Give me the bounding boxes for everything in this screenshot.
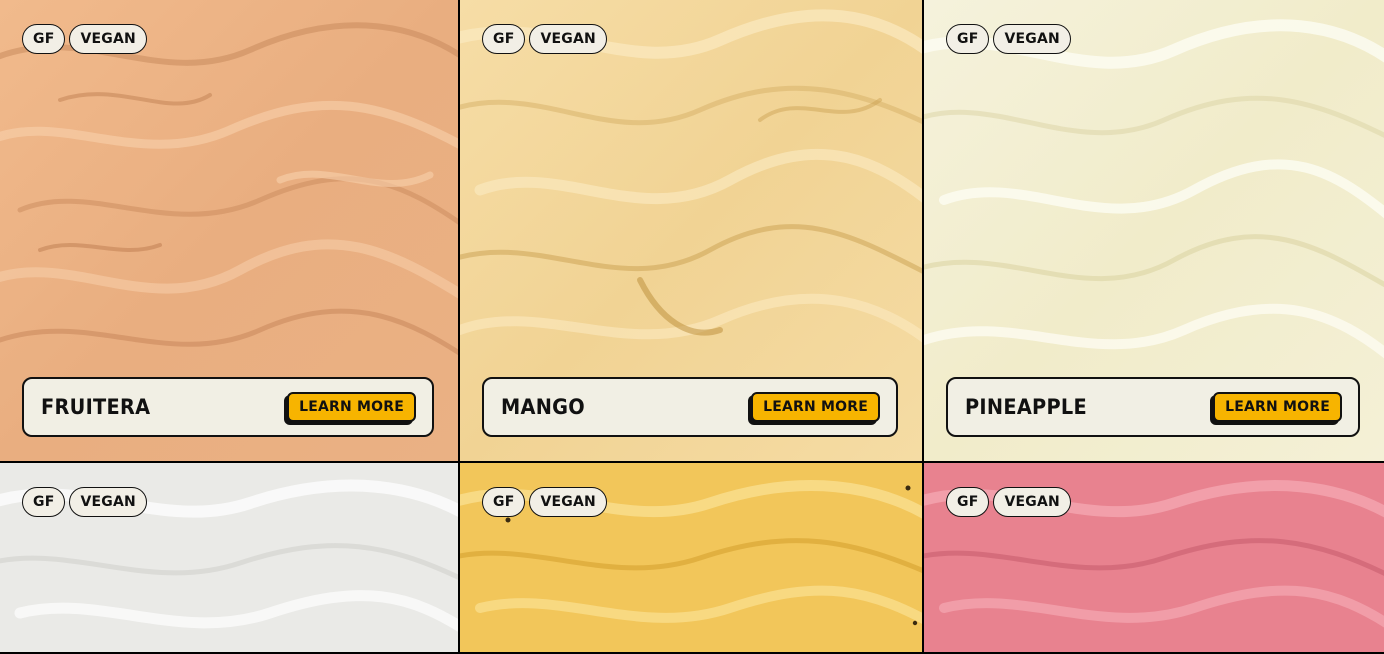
flavor-tile-pink[interactable]: GF VEGAN: [924, 463, 1384, 654]
flavor-name: FRUITERA: [41, 395, 151, 419]
flavor-card: FRUITERA LEARN MORE: [22, 377, 434, 437]
flavor-tile-mango[interactable]: GF VEGAN MANGO LEARN MORE: [460, 0, 924, 463]
vegan-badge: VEGAN: [529, 487, 607, 517]
flavor-name: PINEAPPLE: [965, 395, 1087, 419]
gf-badge: GF: [22, 24, 66, 54]
gf-badge: GF: [946, 487, 990, 517]
flavor-card: PINEAPPLE LEARN MORE: [946, 377, 1360, 437]
diet-badges: GF VEGAN: [946, 24, 1071, 54]
flavor-card: MANGO LEARN MORE: [482, 377, 898, 437]
gf-badge: GF: [482, 24, 526, 54]
flavor-grid: GF VEGAN FRUITERA LEARN MORE GF VEGAN MA…: [0, 0, 1384, 654]
diet-badges: GF VEGAN: [22, 487, 147, 517]
flavor-tile-yellow[interactable]: GF VEGAN: [460, 463, 924, 654]
gf-badge: GF: [482, 487, 526, 517]
diet-badges: GF VEGAN: [22, 24, 147, 54]
vegan-badge: VEGAN: [993, 24, 1071, 54]
learn-more-button[interactable]: LEARN MORE: [1213, 392, 1342, 422]
flavor-tile-fruitera[interactable]: GF VEGAN FRUITERA LEARN MORE: [0, 0, 460, 463]
diet-badges: GF VEGAN: [482, 24, 607, 54]
gf-badge: GF: [946, 24, 990, 54]
gf-badge: GF: [22, 487, 66, 517]
flavor-name: MANGO: [501, 395, 586, 419]
diet-badges: GF VEGAN: [482, 487, 607, 517]
flavor-tile-white[interactable]: GF VEGAN: [0, 463, 460, 654]
flavor-tile-pineapple[interactable]: GF VEGAN PINEAPPLE LEARN MORE: [924, 0, 1384, 463]
vegan-badge: VEGAN: [529, 24, 607, 54]
learn-more-button[interactable]: LEARN MORE: [287, 392, 416, 422]
vegan-badge: VEGAN: [69, 487, 147, 517]
learn-more-button[interactable]: LEARN MORE: [751, 392, 880, 422]
vegan-badge: VEGAN: [993, 487, 1071, 517]
vegan-badge: VEGAN: [69, 24, 147, 54]
diet-badges: GF VEGAN: [946, 487, 1071, 517]
